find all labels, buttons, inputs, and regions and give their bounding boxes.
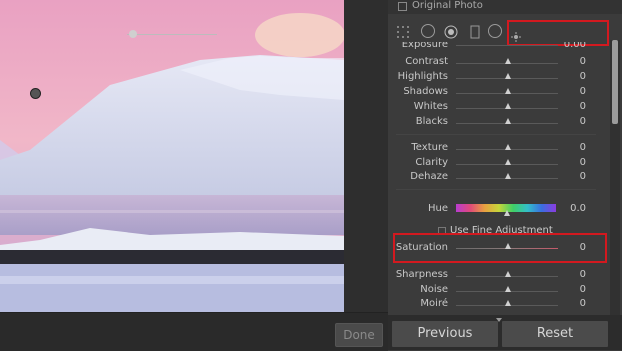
contrast-label: Contrast [405,56,448,67]
dehaze-knob[interactable] [505,173,511,179]
exposure-label: Exposure [401,42,448,50]
photo-image [0,0,344,312]
exposure-value: 0.00 [563,42,586,50]
brush-size-slider-track[interactable] [127,34,217,35]
clarity-value: 0 [579,157,586,168]
moire-value: 0 [579,298,586,309]
blacks-label: Blacks [415,116,448,127]
exposure-row[interactable]: Exposure 0.00 [388,42,622,54]
adjustment-pin-marker[interactable] [30,88,41,99]
photo-preview[interactable] [0,0,344,312]
highlights-knob[interactable] [505,73,511,79]
shadows-value: 0 [579,86,586,97]
clarity-label: Clarity [415,157,448,168]
previous-button[interactable]: Previous [392,321,498,347]
sharpness-label: Sharpness [395,269,448,280]
clarity-knob[interactable] [505,159,511,165]
dehaze-label: Dehaze [410,171,448,182]
sharpness-knob[interactable] [505,271,511,277]
whites-knob[interactable] [505,103,511,109]
highlight-box-saturation [393,233,607,263]
noise-value: 0 [579,284,586,295]
sharpness-value: 0 [579,269,586,280]
blacks-knob[interactable] [505,118,511,124]
contrast-value: 0 [579,56,586,67]
texture-label: Texture [411,142,448,153]
photo-bottom-bar [0,312,388,351]
highlights-value: 0 [579,71,586,82]
whites-value: 0 [579,101,586,112]
hue-value: 0.0 [570,203,586,214]
shadows-knob[interactable] [505,88,511,94]
blacks-value: 0 [579,116,586,127]
hue-label: Hue [427,203,448,214]
brush-size-slider-knob[interactable] [129,30,137,38]
done-button[interactable]: Done [335,323,383,347]
noise-knob[interactable] [505,286,511,292]
section-separator [396,134,596,135]
dehaze-value: 0 [579,171,586,182]
exposure-slider[interactable] [456,45,558,46]
reset-button[interactable]: Reset [502,321,608,347]
hue-knob[interactable] [504,210,510,216]
highlights-label: Highlights [397,71,448,82]
shadows-label: Shadows [403,86,448,97]
noise-label: Noise [420,284,448,295]
panel-divider [344,0,388,350]
texture-knob[interactable] [505,144,511,150]
section-separator [396,189,596,190]
moire-knob[interactable] [505,300,511,306]
moire-label: Moiré [420,298,448,309]
contrast-knob[interactable] [505,58,511,64]
whites-label: Whites [413,101,448,112]
texture-value: 0 [579,142,586,153]
